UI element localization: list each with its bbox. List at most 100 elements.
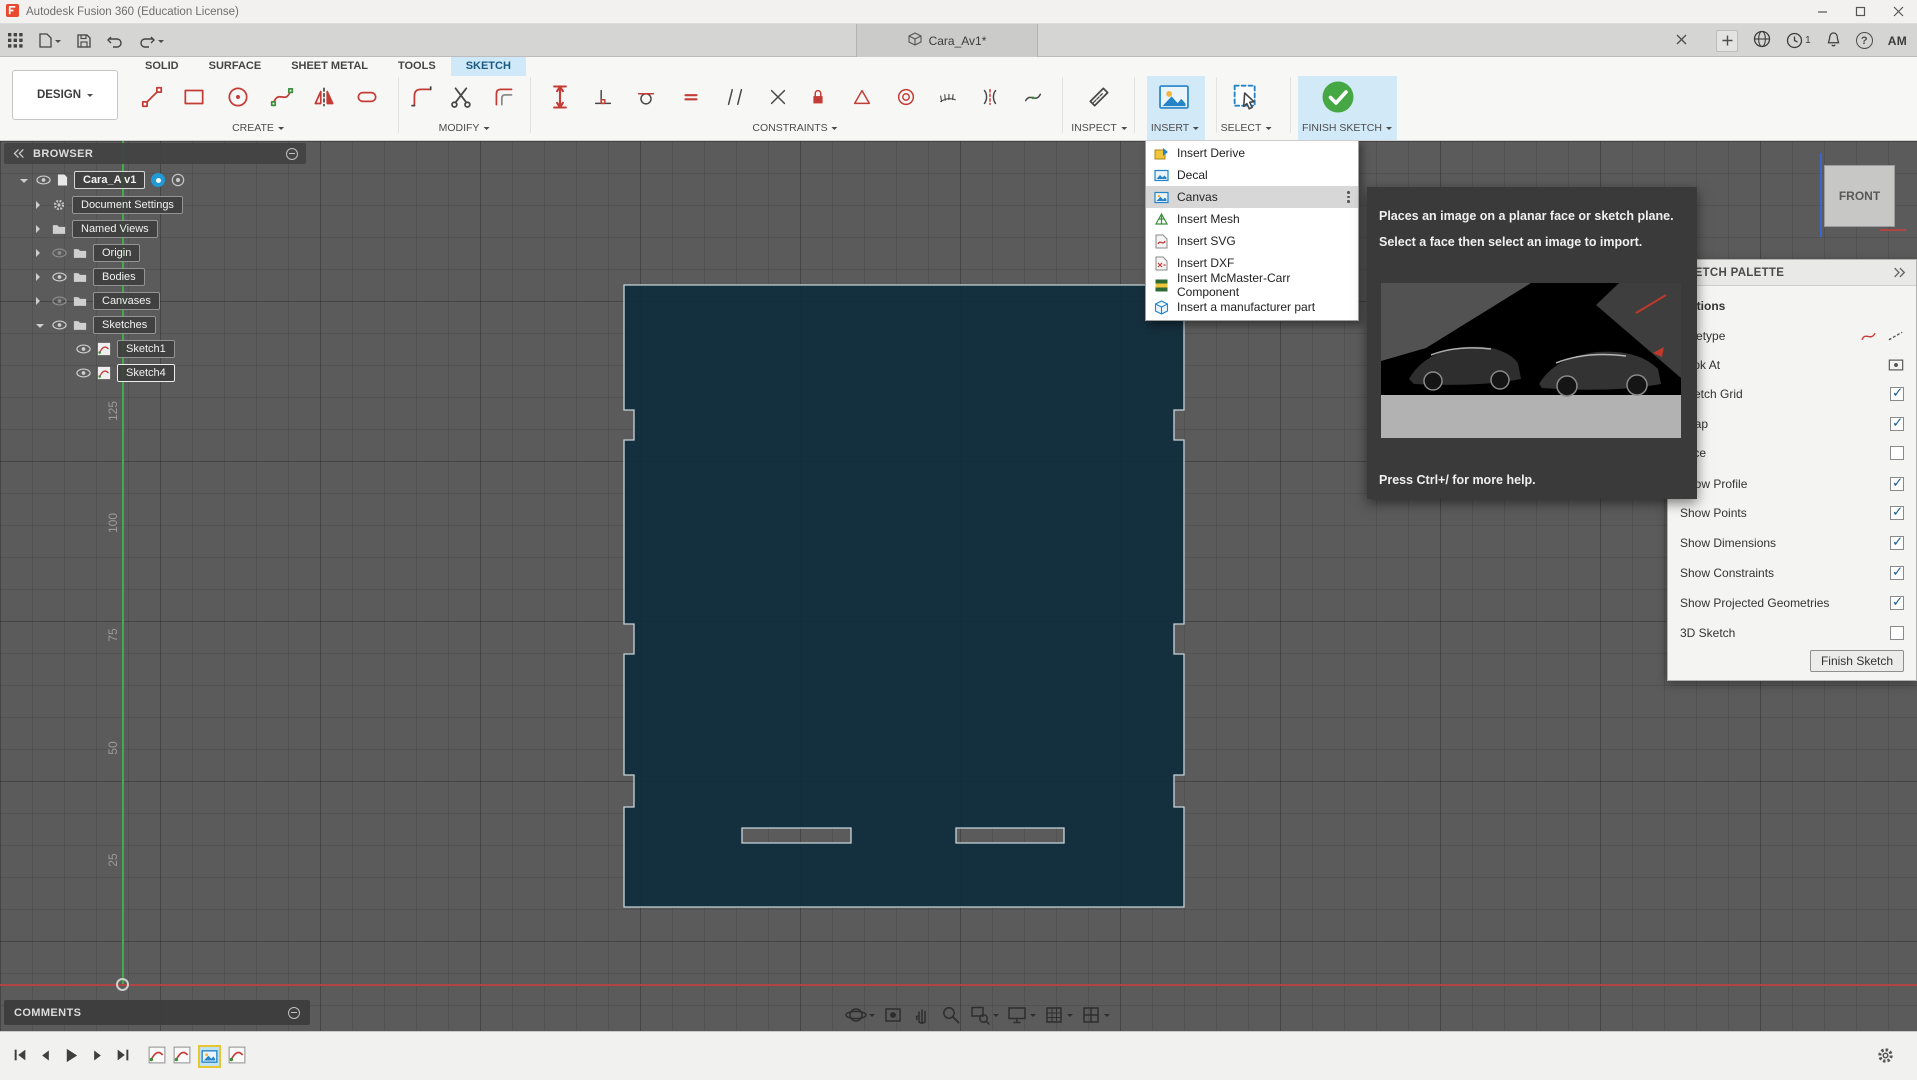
visibility-eye-icon[interactable] — [52, 272, 67, 282]
browser-row-bodies[interactable]: Bodies — [36, 267, 145, 287]
step-forward-button[interactable] — [90, 1048, 105, 1066]
finish-sketch-label[interactable]: FINISH SKETCH — [1302, 122, 1392, 134]
browser-item-label[interactable]: Document Settings — [72, 196, 183, 214]
redo-button[interactable] — [139, 34, 164, 48]
construction-linetype-icon[interactable] — [1887, 329, 1904, 343]
coincident-constraint-icon[interactable] — [763, 80, 793, 114]
timeline-item-sketch[interactable] — [228, 1046, 246, 1067]
browser-row-sketches[interactable]: Sketches — [36, 315, 156, 335]
skip-to-end-button[interactable] — [115, 1047, 131, 1066]
undo-button[interactable] — [107, 34, 123, 48]
measure-tool-icon[interactable] — [1084, 80, 1114, 114]
expand-arrow-icon[interactable] — [20, 179, 28, 187]
menu-item-canvas[interactable]: Canvas — [1146, 186, 1358, 208]
view-cube[interactable]: FRONT — [1824, 165, 1895, 227]
extensions-globe-icon[interactable] — [1753, 30, 1771, 51]
polygon-constraint-icon[interactable] — [847, 80, 877, 114]
save-button[interactable] — [77, 34, 91, 48]
perpendicular-constraint-icon[interactable] — [588, 80, 618, 114]
visibility-eye-icon[interactable] — [52, 296, 67, 306]
insert-canvas-icon[interactable] — [1152, 77, 1196, 117]
expand-arrow-icon[interactable] — [36, 324, 44, 332]
close-tab-icon[interactable] — [1676, 34, 1687, 48]
browser-item-label[interactable]: Origin — [93, 244, 140, 262]
browser-item-label[interactable]: Sketch1 — [117, 340, 175, 358]
fit-icon[interactable] — [969, 1004, 999, 1026]
timeline-item-sketch[interactable] — [148, 1046, 166, 1067]
document-tab[interactable]: Cara_Av1* — [856, 24, 1038, 57]
rectangle-tool-icon[interactable] — [179, 80, 209, 114]
app-grid-icon[interactable] — [8, 33, 23, 48]
fillet-tool-icon[interactable] — [407, 80, 437, 114]
zoom-icon[interactable] — [940, 1004, 962, 1026]
slot-tool-icon[interactable] — [352, 80, 382, 114]
viewports-icon[interactable] — [1080, 1004, 1110, 1026]
modify-group-label[interactable]: MODIFY — [439, 122, 490, 134]
snap-checkbox[interactable] — [1890, 417, 1904, 431]
browser-root-row[interactable]: Cara_A v1 — [20, 170, 185, 190]
minimize-button[interactable] — [1803, 0, 1841, 23]
timeline-item-canvas-active[interactable] — [198, 1045, 221, 1068]
browser-root-label[interactable]: Cara_A v1 — [74, 171, 145, 189]
fix-lock-icon[interactable] — [803, 80, 833, 114]
menu-item-insert-mesh[interactable]: Insert Mesh — [1146, 208, 1358, 230]
parallel-constraint-icon[interactable] — [720, 80, 750, 114]
new-tab-button[interactable] — [1716, 30, 1738, 52]
notifications-bell-icon[interactable] — [1826, 31, 1841, 51]
menu-item-options-icon[interactable] — [1347, 191, 1350, 203]
show-profile-checkbox[interactable] — [1890, 477, 1904, 491]
browser-item-label[interactable]: Sketches — [93, 316, 156, 334]
menu-item-insert-mcmaster[interactable]: Insert McMaster-Carr Component — [1146, 274, 1358, 296]
insert-group-label[interactable]: INSERT — [1151, 122, 1199, 134]
equal-constraint-icon[interactable] — [676, 80, 706, 114]
browser-row-sketch1[interactable]: Sketch1 — [76, 339, 175, 359]
collapse-panel-icon[interactable] — [12, 148, 25, 159]
tab-surface[interactable]: SURFACE — [194, 57, 277, 76]
step-back-button[interactable] — [38, 1048, 53, 1066]
browser-row-document-settings[interactable]: Document Settings — [36, 195, 183, 215]
activate-target-icon[interactable] — [171, 173, 185, 187]
trim-tool-icon[interactable] — [447, 80, 477, 114]
file-menu-button[interactable] — [39, 33, 61, 48]
spline-linetype-icon[interactable] — [1860, 329, 1877, 343]
expand-arrow-icon[interactable] — [36, 201, 44, 209]
show-constraints-checkbox[interactable] — [1890, 566, 1904, 580]
slice-checkbox[interactable] — [1890, 446, 1904, 460]
spline-tool-icon[interactable] — [267, 80, 297, 114]
curvature-constraint-icon[interactable] — [933, 80, 963, 114]
look-at-icon[interactable] — [882, 1004, 904, 1026]
dimension-tool-icon[interactable] — [545, 80, 575, 114]
tab-solid[interactable]: SOLID — [130, 57, 194, 76]
symmetry-constraint-icon[interactable] — [975, 80, 1005, 114]
smooth-constraint-icon[interactable] — [1018, 80, 1048, 114]
browser-row-canvases[interactable]: Canvases — [36, 291, 160, 311]
constraints-group-label[interactable]: CONSTRAINTS — [752, 122, 837, 134]
play-button[interactable] — [63, 1047, 80, 1067]
browser-row-named-views[interactable]: Named Views — [36, 219, 158, 239]
visibility-eye-icon[interactable] — [52, 320, 67, 330]
grid-settings-icon[interactable] — [1043, 1004, 1073, 1026]
line-tool-icon[interactable] — [137, 80, 167, 114]
circle-tool-icon[interactable] — [223, 80, 253, 114]
offset-tool-icon[interactable] — [489, 80, 519, 114]
inspect-group-label[interactable]: INSPECT — [1071, 122, 1127, 134]
select-group-label[interactable]: SELECT — [1221, 122, 1272, 134]
browser-item-label[interactable]: Sketch4 — [117, 364, 175, 382]
comments-bar[interactable]: COMMENTS — [4, 1000, 310, 1025]
collapse-icon[interactable] — [286, 148, 298, 160]
sketch-palette-header[interactable]: SKETCH PALETTE — [1668, 260, 1916, 286]
menu-item-decal[interactable]: Decal — [1146, 164, 1358, 186]
display-settings-icon[interactable] — [1006, 1004, 1036, 1026]
select-tool-icon[interactable] — [1224, 77, 1268, 117]
expand-arrow-icon[interactable] — [36, 297, 44, 305]
sketch-grid-checkbox[interactable] — [1890, 387, 1904, 401]
mirror-tool-icon[interactable] — [309, 80, 339, 114]
tangent-constraint-icon[interactable] — [631, 80, 661, 114]
menu-item-insert-manufacturer-part[interactable]: Insert a manufacturer part — [1146, 296, 1358, 318]
expand-arrow-icon[interactable] — [36, 225, 44, 233]
browser-header[interactable]: BROWSER — [4, 143, 306, 164]
skip-to-start-button[interactable] — [12, 1047, 28, 1066]
tab-tools[interactable]: TOOLS — [383, 57, 451, 76]
show-projected-checkbox[interactable] — [1890, 596, 1904, 610]
expand-arrow-icon[interactable] — [36, 249, 44, 257]
